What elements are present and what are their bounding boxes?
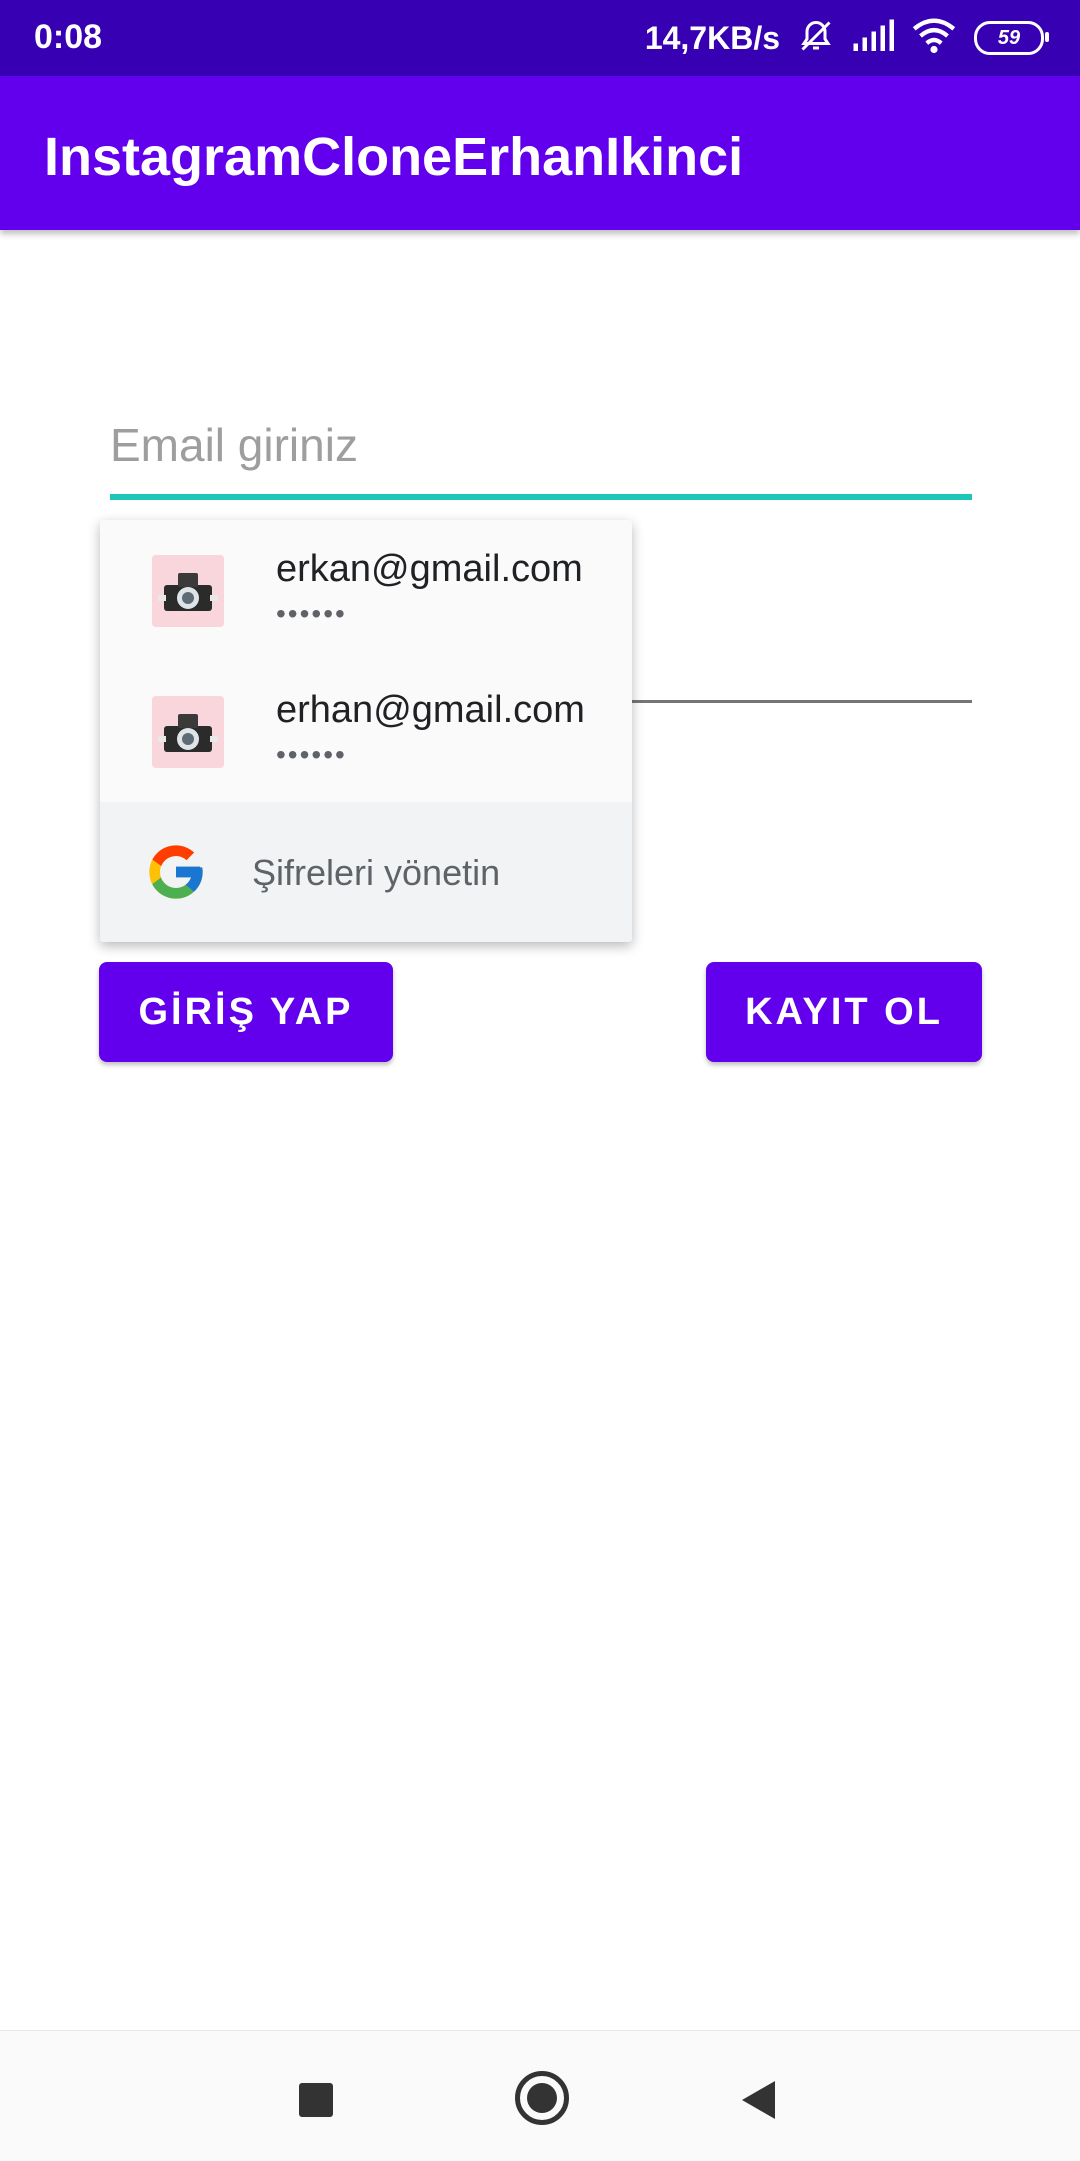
home-icon[interactable] (515, 2071, 569, 2125)
login-button[interactable]: GİRİŞ YAP (99, 962, 393, 1062)
status-icons: 14,7KB/s 59 (644, 14, 1049, 62)
camera-avatar-icon (152, 696, 224, 768)
account-masked-password: •••••• (276, 739, 347, 770)
status-bar: 0:08 14,7KB/s 59 (0, 0, 1080, 76)
status-time: 0:08 (34, 18, 103, 56)
manage-passwords-label: Şifreleri yönetin (252, 852, 501, 893)
autofill-account-item[interactable]: erkan@gmail.com •••••• (100, 520, 632, 660)
email-input[interactable] (110, 410, 972, 480)
account-masked-password: •••••• (276, 598, 347, 629)
battery-icon: 59 (974, 21, 1049, 55)
camera-avatar-icon (152, 555, 224, 627)
email-field[interactable] (110, 400, 972, 500)
register-button[interactable]: KAYIT OL (706, 962, 982, 1062)
back-icon[interactable] (742, 2081, 775, 2119)
google-icon (144, 840, 208, 904)
autofill-popup: erkan@gmail.com •••••• erhan@gmail.com •… (100, 520, 632, 942)
network-speed: 14,7KB/s (644, 19, 780, 56)
autofill-account-item[interactable]: erhan@gmail.com •••••• (100, 661, 632, 801)
account-email: erkan@gmail.com (276, 548, 583, 590)
navigation-bar (0, 2030, 1080, 2161)
signal-icon (852, 19, 894, 58)
wifi-icon (912, 18, 956, 59)
manage-passwords-item[interactable]: Şifreleri yönetin (100, 802, 632, 942)
email-underline (110, 494, 972, 500)
mute-icon (798, 18, 834, 59)
app-bar: InstagramCloneErhanIkinci (0, 76, 1080, 230)
recents-icon[interactable] (299, 2083, 333, 2117)
account-email: erhan@gmail.com (276, 689, 585, 731)
app-title: InstagramCloneErhanIkinci (44, 127, 744, 187)
